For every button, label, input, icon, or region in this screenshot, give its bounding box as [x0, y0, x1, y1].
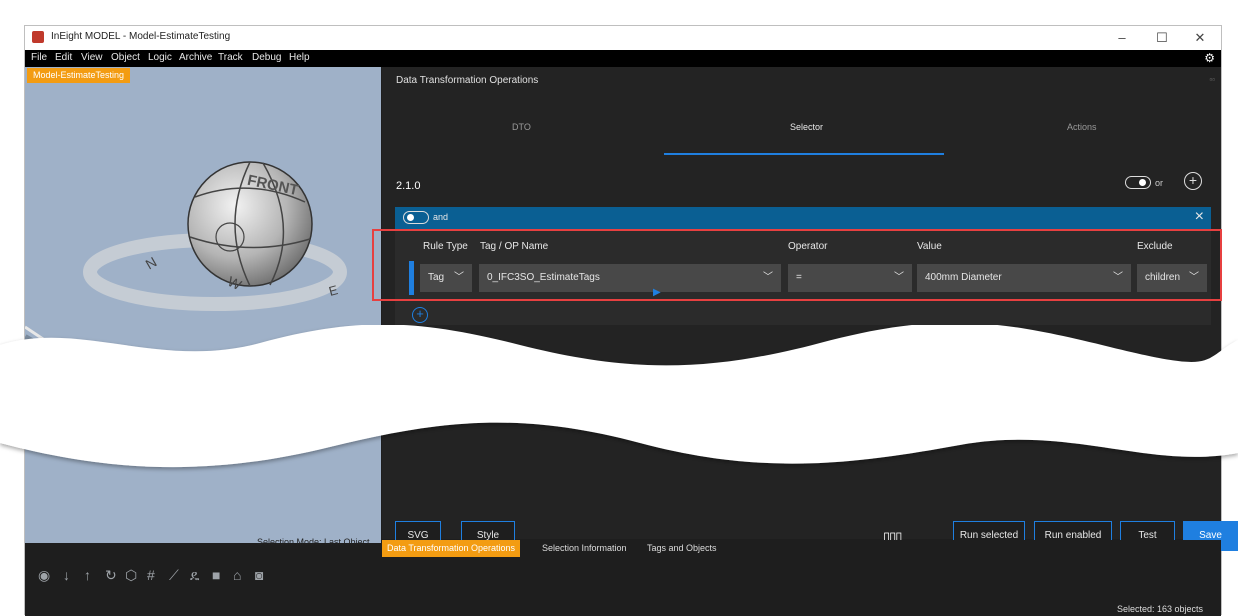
sync-icon[interactable]: ↻	[105, 567, 117, 584]
tab-selection-information[interactable]: Selection Information	[537, 540, 632, 557]
home-icon[interactable]: ⌂	[233, 567, 241, 583]
measure-icon[interactable]: ⟋	[169, 567, 179, 584]
menu-help[interactable]: Help	[289, 52, 310, 63]
tab-data-transformation-operations[interactable]: Data Transformation Operations	[382, 540, 521, 557]
rule-version: 2.1.0	[396, 180, 421, 192]
or-label: or	[1155, 178, 1164, 188]
or-toggle[interactable]	[1125, 176, 1151, 189]
app-logo-icon	[32, 31, 44, 43]
torn-paper-gap	[0, 325, 1238, 468]
menu-view[interactable]: View	[81, 52, 103, 63]
menu-object[interactable]: Object	[111, 52, 140, 63]
window-title: InEight MODEL - Model-EstimateTesting	[51, 31, 231, 42]
broadcast-icon[interactable]: ◉	[38, 567, 50, 584]
tab-tags-and-objects[interactable]: Tags and Objects	[642, 540, 722, 557]
panel-dock-icon[interactable]: ▫▫	[1209, 75, 1215, 84]
camera-icon[interactable]: ◙	[255, 567, 263, 583]
status-bar: ◉ ↓ ↑ ↻ ⬡ # ⟋ ዴ ■ ⌂ ◙	[25, 559, 1221, 616]
and-label: and	[433, 212, 449, 222]
and-toggle[interactable]	[403, 211, 429, 224]
title-bar: InEight MODEL - Model-EstimateTesting – …	[25, 26, 1221, 50]
close-window-button[interactable]: ✕	[1185, 28, 1215, 48]
cube-solid-icon[interactable]: ■	[212, 567, 220, 583]
close-icon[interactable]: ×	[1195, 208, 1204, 226]
gear-icon[interactable]: ⚙	[1204, 51, 1215, 65]
bottom-tab-bar: Data Transformation Operations Selection…	[382, 540, 1221, 557]
arrow-up-icon[interactable]: ↑	[84, 567, 91, 583]
app-window: InEight MODEL - Model-EstimateTesting – …	[24, 25, 1238, 616]
add-rule-button[interactable]: +	[412, 307, 428, 323]
menu-file[interactable]: File	[31, 52, 47, 63]
highlight-box	[372, 229, 1222, 301]
menu-track[interactable]: Track	[218, 52, 243, 63]
add-group-button[interactable]: +	[1184, 172, 1202, 190]
menu-archive[interactable]: Archive	[179, 52, 212, 63]
menu-debug[interactable]: Debug	[252, 52, 281, 63]
user-icon[interactable]: ዴ	[190, 567, 199, 584]
tab-dto[interactable]: DTO	[512, 122, 531, 132]
selection-count: Selected: 163 objects	[1116, 604, 1203, 614]
cube-outline-icon[interactable]: ⬡	[125, 567, 137, 584]
menu-bar: File Edit View Object Logic Archive Trac…	[25, 50, 1221, 67]
and-group-header: and ×	[395, 207, 1211, 229]
selection-mode-label: Selection Mode: Last Object	[257, 537, 370, 547]
tab-selector[interactable]: Selector	[790, 122, 823, 132]
grid-icon[interactable]: #	[147, 567, 155, 583]
panel-title: Data Transformation Operations	[396, 75, 539, 86]
minimize-button[interactable]: –	[1107, 28, 1137, 48]
maximize-button[interactable]: ☐	[1147, 28, 1177, 48]
menu-edit[interactable]: Edit	[55, 52, 72, 63]
tab-actions[interactable]: Actions	[1067, 122, 1097, 132]
viewport-tab[interactable]: Model-EstimateTesting	[27, 68, 131, 83]
menu-logic[interactable]: Logic	[148, 52, 172, 63]
arrow-down-icon[interactable]: ↓	[63, 567, 70, 583]
active-tab-indicator	[664, 153, 944, 155]
